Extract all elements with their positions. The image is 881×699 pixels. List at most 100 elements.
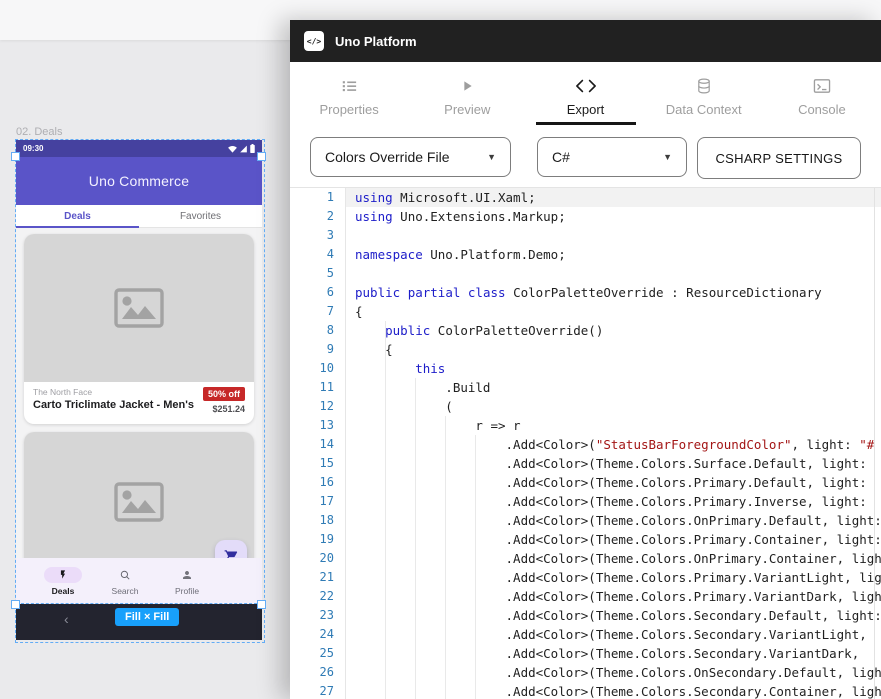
tab-export[interactable]: Export [526, 62, 644, 125]
phone-frame[interactable]: 09:30 Uno Commerce Deals Favorites [16, 140, 262, 640]
file-dropdown[interactable]: Colors Override File ▼ [310, 137, 511, 177]
tab-label: Console [798, 102, 846, 117]
uno-platform-panel: </> Uno Platform Properties Preview Ex [290, 20, 881, 699]
play-icon [459, 77, 475, 95]
code-line: 7{ [290, 302, 881, 321]
product-title: Carto Triclimate Jacket - Men's [33, 399, 194, 411]
line-number: 24 [290, 625, 334, 644]
code-line: 3 [290, 226, 881, 245]
tab-label: Preview [444, 102, 490, 117]
line-number: 11 [290, 378, 334, 397]
line-number: 27 [290, 682, 334, 699]
tab-properties[interactable]: Properties [290, 62, 408, 125]
line-content: .Add<Color>("StatusBarForegroundColor", … [355, 435, 874, 454]
line-number: 23 [290, 606, 334, 625]
nav-item-profile[interactable]: Profile [156, 558, 218, 604]
code-line: 8 public ColorPaletteOverride() [290, 321, 881, 340]
indent-guide [385, 321, 386, 699]
phone-tab-bar: Deals Favorites [16, 205, 262, 228]
language-dropdown[interactable]: C# ▼ [537, 137, 687, 177]
image-placeholder-icon [112, 480, 166, 524]
nav-item-deals[interactable]: Deals [32, 558, 94, 604]
product-image-placeholder [24, 234, 254, 382]
signal-icon [239, 145, 248, 153]
line-number: 4 [290, 245, 334, 264]
code-line: 9 { [290, 340, 881, 359]
code-line: 15 .Add<Color>(Theme.Colors.Surface.Defa… [290, 454, 881, 473]
line-content: using Uno.Extensions.Markup; [355, 207, 566, 226]
chevron-down-icon: ▼ [487, 152, 496, 162]
indent-guide [415, 378, 416, 699]
back-chevron-icon[interactable]: ‹ [64, 611, 69, 627]
tab-label: Export [567, 102, 605, 117]
panel-title: Uno Platform [335, 34, 417, 49]
product-price: $251.24 [212, 404, 245, 414]
code-chip-icon: </> [304, 31, 324, 51]
status-bar: 09:30 [16, 140, 262, 157]
code-brackets-icon [576, 77, 596, 95]
line-content: .Add<Color>(Theme.Colors.Primary.Default… [355, 473, 874, 492]
line-content: .Add<Color>(Theme.Colors.OnPrimary.Conta… [355, 549, 881, 568]
line-content: .Build [355, 378, 490, 397]
nav-label: Deals [52, 586, 75, 596]
line-number: 22 [290, 587, 334, 606]
selection-handle-top-left[interactable] [11, 152, 20, 161]
bolt-icon [58, 569, 68, 580]
app-bar[interactable]: Uno Commerce [16, 157, 262, 205]
selection-size-badge: Fill × Fill [115, 608, 179, 626]
product-card[interactable]: The North Face Carto Triclimate Jacket -… [24, 234, 254, 424]
line-content: this [355, 359, 445, 378]
line-content: .Add<Color>(Theme.Colors.Primary.Variant… [355, 568, 881, 587]
line-number: 21 [290, 568, 334, 587]
line-content: public ColorPaletteOverride() [355, 321, 603, 340]
search-icon [119, 569, 131, 581]
tab-favorites[interactable]: Favorites [139, 205, 262, 227]
selection-handle-bottom-left[interactable] [11, 600, 20, 609]
csharp-settings-button[interactable]: CSHARP SETTINGS [697, 137, 861, 179]
tab-deals[interactable]: Deals [16, 205, 139, 227]
code-line: 22 .Add<Color>(Theme.Colors.Primary.Vari… [290, 587, 881, 606]
code-right-border [874, 188, 875, 699]
indent-guide [475, 435, 476, 699]
selection-handle-bottom-right[interactable] [257, 600, 266, 609]
line-content: public partial class ColorPaletteOverrid… [355, 283, 822, 302]
tab-console[interactable]: Console [763, 62, 881, 125]
code-line: 26 .Add<Color>(Theme.Colors.OnSecondary.… [290, 663, 881, 682]
gutter-separator [345, 188, 346, 699]
tab-data-context[interactable]: Data Context [645, 62, 763, 125]
line-number: 26 [290, 663, 334, 682]
tab-label: Properties [319, 102, 378, 117]
code-line: 11 .Build [290, 378, 881, 397]
line-number: 20 [290, 549, 334, 568]
nav-item-search[interactable]: Search [94, 558, 156, 604]
panel-tab-bar: Properties Preview Export Data Context [290, 62, 881, 125]
product-info: The North Face Carto Triclimate Jacket -… [24, 382, 254, 414]
code-line: 19 .Add<Color>(Theme.Colors.Primary.Cont… [290, 530, 881, 549]
line-number: 1 [290, 188, 334, 207]
nav-icon-slot [106, 567, 144, 583]
chevron-down-icon: ▼ [663, 152, 672, 162]
tab-preview[interactable]: Preview [408, 62, 526, 125]
product-brand: The North Face [33, 387, 194, 397]
line-number: 16 [290, 473, 334, 492]
code-line: 12 ( [290, 397, 881, 416]
frame-label[interactable]: 02. Deals [16, 126, 62, 138]
code-editor[interactable]: 1using Microsoft.UI.Xaml;2using Uno.Exte… [290, 188, 881, 699]
status-time: 09:30 [23, 144, 43, 153]
image-placeholder-icon [112, 286, 166, 330]
code-line: 16 .Add<Color>(Theme.Colors.Primary.Defa… [290, 473, 881, 492]
product-text: The North Face Carto Triclimate Jacket -… [33, 387, 194, 414]
code-line: 20 .Add<Color>(Theme.Colors.OnPrimary.Co… [290, 549, 881, 568]
product-card[interactable] [24, 432, 254, 558]
line-content: r => r [355, 416, 521, 435]
app-title: Uno Commerce [89, 173, 189, 189]
code-line: 10 this [290, 359, 881, 378]
line-number: 12 [290, 397, 334, 416]
selection-divider-line [16, 603, 262, 604]
discount-badge: 50% off [203, 387, 245, 401]
figma-canvas: 02. Deals 09:30 Uno Commerce Deals Favor… [0, 0, 881, 699]
line-content: .Add<Color>(Theme.Colors.Primary.Variant… [355, 587, 881, 606]
selection-handle-top-right[interactable] [257, 152, 266, 161]
battery-icon [250, 144, 255, 153]
list-icon [340, 77, 358, 95]
